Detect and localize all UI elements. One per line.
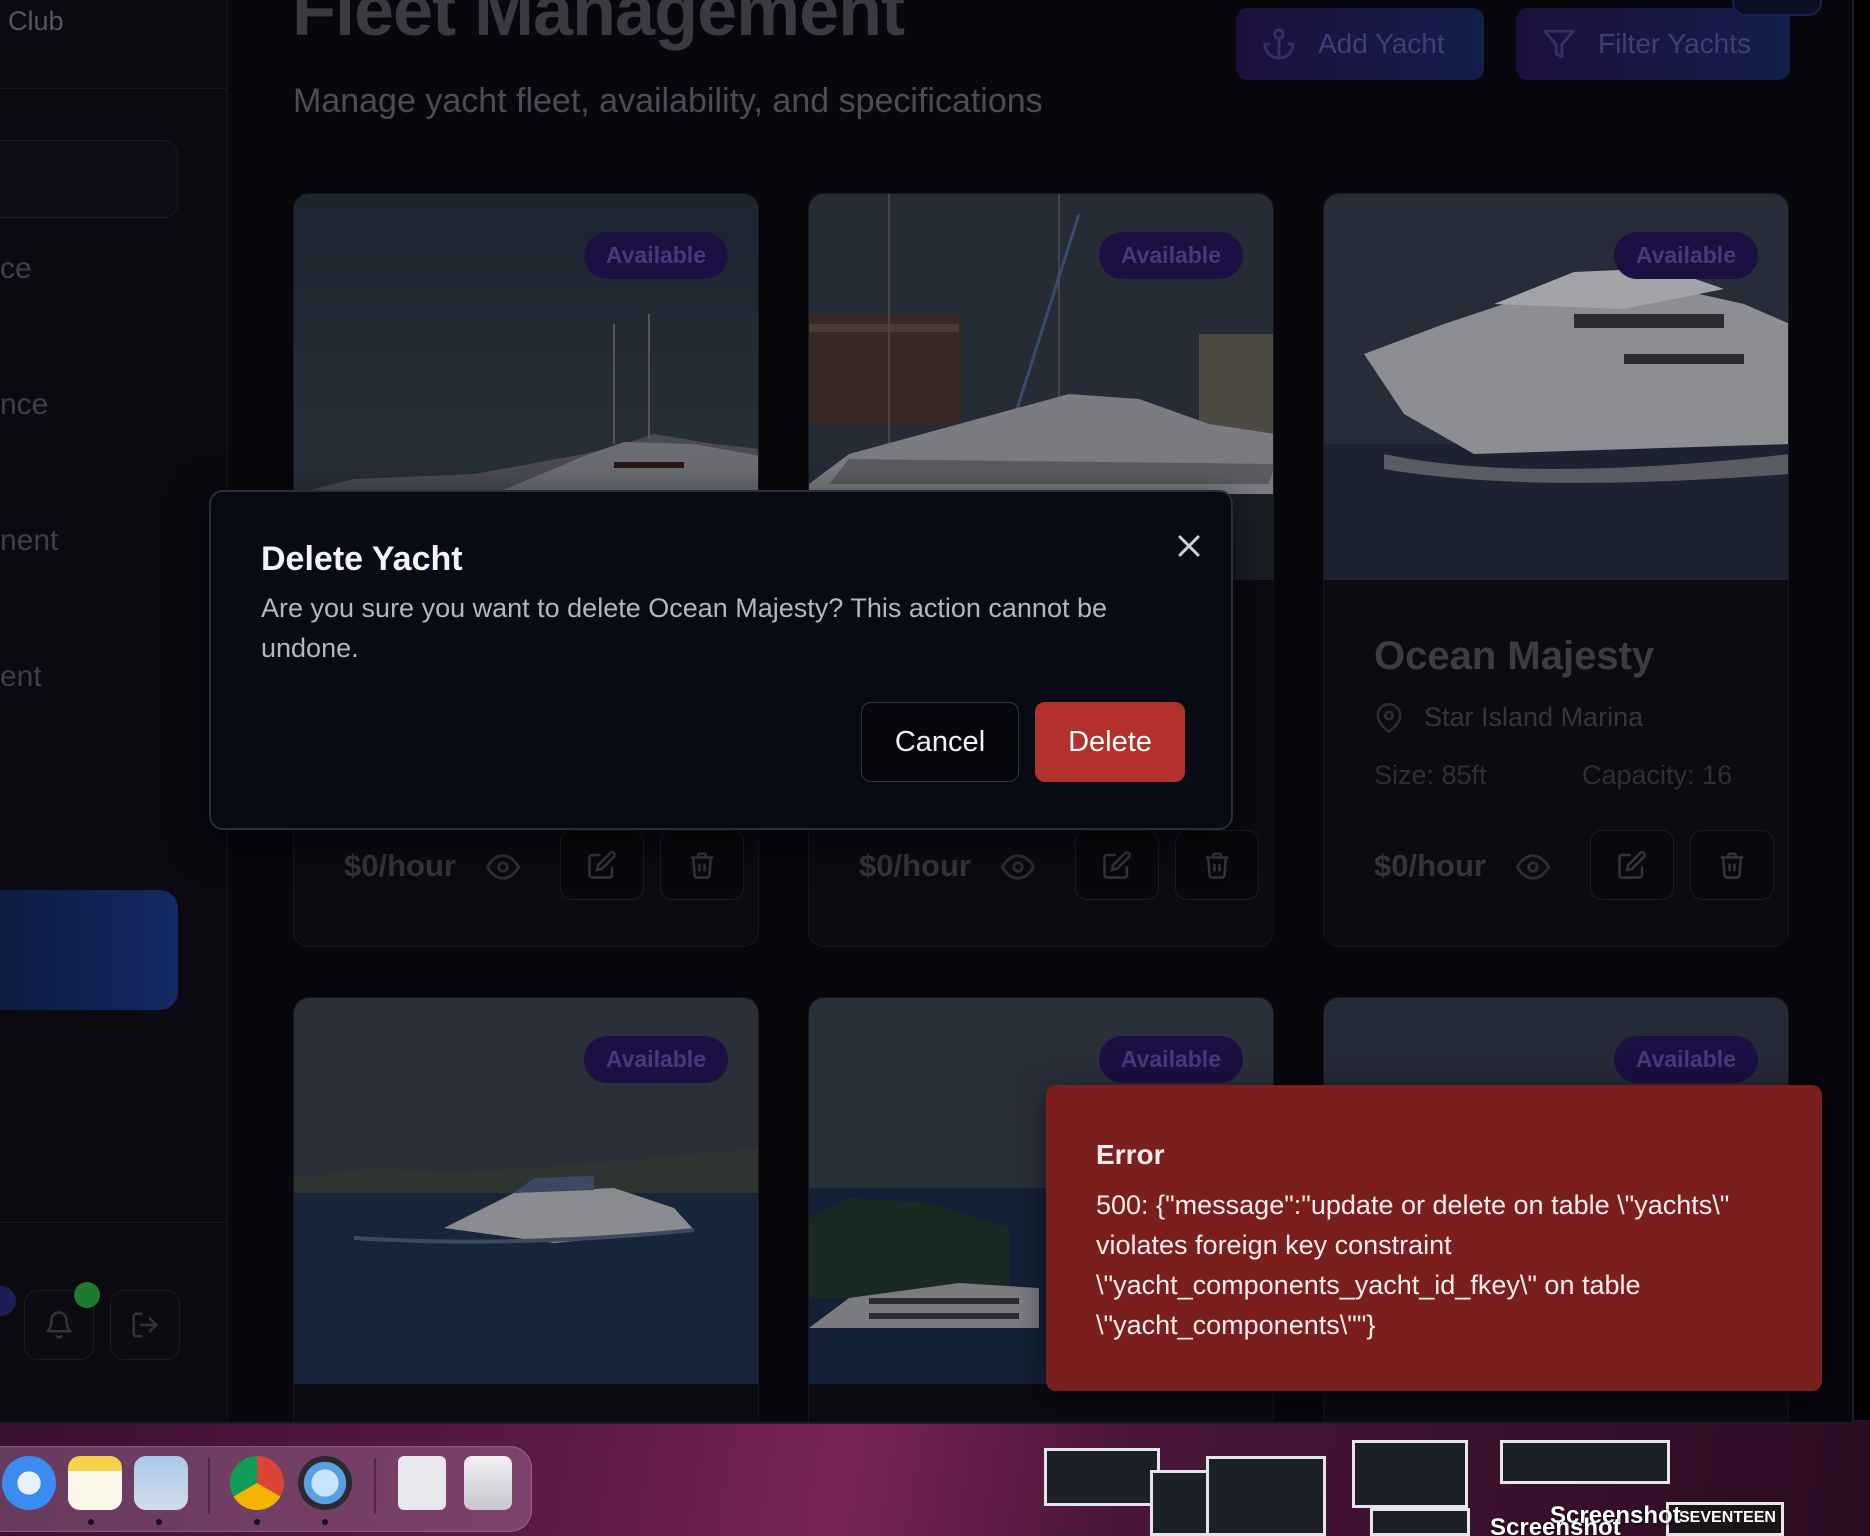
safari-icon[interactable]: [2, 1456, 56, 1510]
sidebar-divider: [0, 1222, 228, 1223]
yacht-capacity: Capacity: 16: [1582, 760, 1733, 790]
edit-icon: [588, 851, 616, 879]
trash-icon: [1205, 852, 1229, 879]
map-pin-icon: [1376, 702, 1402, 733]
filter-icon: [1543, 29, 1575, 59]
yacht-location: Star Island Marina: [1374, 702, 1643, 733]
yacht-price: $0/hour: [1374, 848, 1486, 883]
logout-icon: [132, 1312, 158, 1338]
edit-button[interactable]: [1590, 830, 1674, 900]
screenshot-thumbnail[interactable]: [1500, 1440, 1670, 1484]
thumbnail-text: SEVENTEEN: [1679, 1509, 1776, 1526]
trash-icon: [690, 852, 714, 879]
yacht-price: $0/hour: [859, 848, 971, 883]
dialog-title: Delete Yacht: [261, 540, 463, 578]
status-badge: Available: [583, 1036, 728, 1083]
eye-icon: [1516, 854, 1550, 880]
screenshot-thumbnail[interactable]: [1352, 1440, 1468, 1508]
page-subtitle: Manage yacht fleet, availability, and sp…: [293, 82, 1043, 120]
anchor-icon: [1263, 28, 1295, 60]
running-indicator: [254, 1519, 260, 1525]
yacht-size: Size: 85ft: [1374, 760, 1487, 790]
header-menu-button[interactable]: [1732, 0, 1822, 16]
sidebar-item-4[interactable]: ent: [0, 660, 42, 694]
edit-icon: [1618, 851, 1646, 879]
eye-icon: [486, 854, 520, 880]
running-indicator: [156, 1519, 162, 1525]
edit-button[interactable]: [560, 830, 644, 900]
edit-button[interactable]: [1075, 830, 1159, 900]
logout-button[interactable]: [110, 1290, 180, 1360]
status-badge: Available: [1613, 232, 1758, 279]
status-badge: Available: [1098, 1036, 1243, 1083]
screenshot-thumbnail[interactable]: [1044, 1448, 1160, 1506]
cancel-button[interactable]: Cancel: [861, 702, 1019, 782]
error-toast[interactable]: Error 500: {"message":"update or delete …: [1046, 1085, 1822, 1391]
chrome-icon[interactable]: [230, 1456, 284, 1510]
sidebar-item-3[interactable]: nent: [0, 524, 58, 558]
delete-yacht-dialog: Delete Yacht Are you sure you want to de…: [209, 490, 1233, 830]
sidebar-item-1[interactable]: ce: [0, 252, 32, 286]
yacht-name: Ocean Majesty: [1374, 634, 1655, 678]
brand-name: Club: [8, 6, 64, 36]
status-badge: Available: [1613, 1036, 1758, 1083]
add-yacht-button[interactable]: Add Yacht: [1236, 8, 1484, 80]
sidebar-item-2[interactable]: nce: [0, 388, 48, 422]
yacht-price: $0/hour: [344, 848, 456, 883]
screenshot-thumbnail[interactable]: [1370, 1508, 1470, 1536]
sidebar-item-active[interactable]: [0, 890, 178, 1010]
delete-button[interactable]: [1175, 830, 1259, 900]
trash-icon: [1720, 852, 1744, 879]
trash-icon[interactable]: [464, 1456, 512, 1510]
preview-icon[interactable]: [134, 1456, 188, 1510]
filter-yachts-button[interactable]: Filter Yachts: [1516, 8, 1790, 80]
toast-title: Error: [1096, 1139, 1165, 1170]
document-icon[interactable]: [398, 1456, 446, 1510]
app-window: Club ce nce nent ent Fleet Management Ma…: [0, 0, 1854, 1424]
screenshot-label: Screenshot: [1490, 1514, 1621, 1536]
yacht-location-label: Star Island Marina: [1424, 702, 1644, 732]
status-badge: Available: [583, 232, 728, 279]
dialog-message: Are you sure you want to delete Ocean Ma…: [261, 593, 1107, 663]
dock-separator: [374, 1458, 376, 1514]
notification-dot: [74, 1282, 100, 1308]
notes-icon[interactable]: [68, 1456, 122, 1510]
sidebar-divider: [0, 88, 228, 89]
running-indicator: [88, 1519, 94, 1525]
status-badge: Available: [1098, 232, 1243, 279]
confirm-delete-button[interactable]: Delete: [1035, 702, 1185, 782]
dock-separator: [208, 1458, 210, 1514]
toast-message: 500: {"message":"update or delete on tab…: [1096, 1190, 1730, 1340]
add-yacht-label: Add Yacht: [1318, 28, 1445, 59]
bell-icon: [46, 1311, 72, 1339]
running-indicator: [322, 1519, 328, 1525]
quicktime-icon[interactable]: [298, 1456, 352, 1510]
delete-button[interactable]: [1690, 830, 1774, 900]
eye-icon: [1001, 854, 1035, 880]
user-count-badge: [0, 1286, 16, 1316]
filter-yachts-label: Filter Yachts: [1598, 28, 1752, 59]
screenshot-thumbnail[interactable]: SEVENTEEN: [1666, 1502, 1784, 1536]
sidebar: Club ce nce nent ent: [0, 0, 228, 1422]
sidebar-search[interactable]: [0, 140, 178, 218]
close-icon[interactable]: [1171, 528, 1207, 564]
delete-button[interactable]: [660, 830, 744, 900]
edit-icon: [1103, 851, 1131, 879]
screenshot-thumbnail[interactable]: [1206, 1456, 1326, 1536]
yacht-card[interactable]: Available Ocean Majesty Star Island Mari…: [1323, 193, 1789, 947]
yacht-card[interactable]: Available: [293, 997, 759, 1422]
page-title: Fleet Management: [292, 0, 905, 51]
